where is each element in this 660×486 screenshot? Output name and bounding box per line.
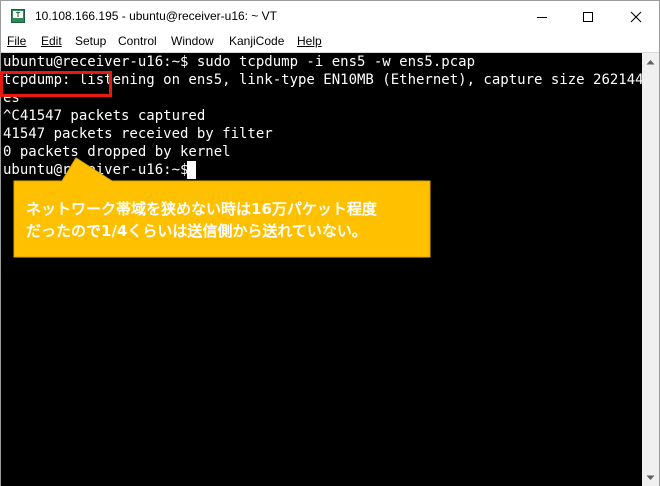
callout-text: ネットワーク帯域を狭めない時は16万パケット程度 だったので1/4くらいは送信側… xyxy=(26,198,422,242)
minimize-button[interactable] xyxy=(519,1,565,32)
vertical-scrollbar[interactable] xyxy=(642,53,659,486)
scroll-up-button[interactable] xyxy=(642,53,659,70)
terminal-screen[interactable]: ubuntu@receiver-u16:~$ sudo tcpdump -i e… xyxy=(1,53,642,486)
scroll-down-button[interactable] xyxy=(642,469,659,486)
menu-file-label: File xyxy=(7,34,27,48)
window-title: 10.108.166.195 - ubuntu@receiver-u16: ~ … xyxy=(35,9,278,23)
svg-text:T: T xyxy=(16,12,21,19)
menu-help-label: Help xyxy=(297,34,322,48)
menu-edit[interactable]: Edit xyxy=(41,34,62,48)
menu-kanjicode[interactable]: KanjiCode xyxy=(229,34,284,48)
menu-setup-label: Setup xyxy=(75,34,107,48)
highlight-box xyxy=(0,71,112,97)
menu-help[interactable]: Help xyxy=(297,34,322,48)
terminal-line: ubuntu@receiver-u16:~$ sudo tcpdump -i e… xyxy=(3,54,476,70)
menu-window-label: Window xyxy=(171,34,214,48)
terminal-cursor xyxy=(187,161,196,179)
terminal-line: ^C41547 packets captured xyxy=(3,108,206,124)
title-bar[interactable]: T 10.108.166.195 - ubuntu@receiver-u16: … xyxy=(1,1,659,32)
menu-file[interactable]: File xyxy=(7,34,26,48)
terminal-line: 41547 packets received by filter xyxy=(3,126,273,142)
menu-bar: File Edit Setup Control Window KanjiCode… xyxy=(1,32,659,53)
menu-edit-label: Edit xyxy=(41,34,62,48)
terminal-prompt-line: ubuntu@receiver-u16:~$ xyxy=(3,162,197,178)
menu-kanjicode-label: KanjiCode xyxy=(229,34,285,48)
menu-window[interactable]: Window xyxy=(171,34,214,48)
maximize-icon xyxy=(583,11,593,22)
callout-line: だったので1/4くらいは送信側から送れていない。 xyxy=(26,222,367,240)
terminal-app-icon: T xyxy=(11,9,25,23)
menu-setup[interactable]: Setup xyxy=(75,34,106,48)
menu-control-label: Control xyxy=(118,34,157,48)
scroll-down-icon xyxy=(646,475,655,480)
menu-control[interactable]: Control xyxy=(118,34,157,48)
minimize-icon xyxy=(537,16,547,18)
close-icon xyxy=(630,11,642,22)
callout-line: ネットワーク帯域を狭めない時は16万パケット程度 xyxy=(26,200,377,218)
close-button[interactable] xyxy=(613,1,659,32)
maximize-button[interactable] xyxy=(565,1,611,32)
terminal-line: 0 packets dropped by kernel xyxy=(3,144,231,160)
scroll-up-icon xyxy=(646,59,655,64)
